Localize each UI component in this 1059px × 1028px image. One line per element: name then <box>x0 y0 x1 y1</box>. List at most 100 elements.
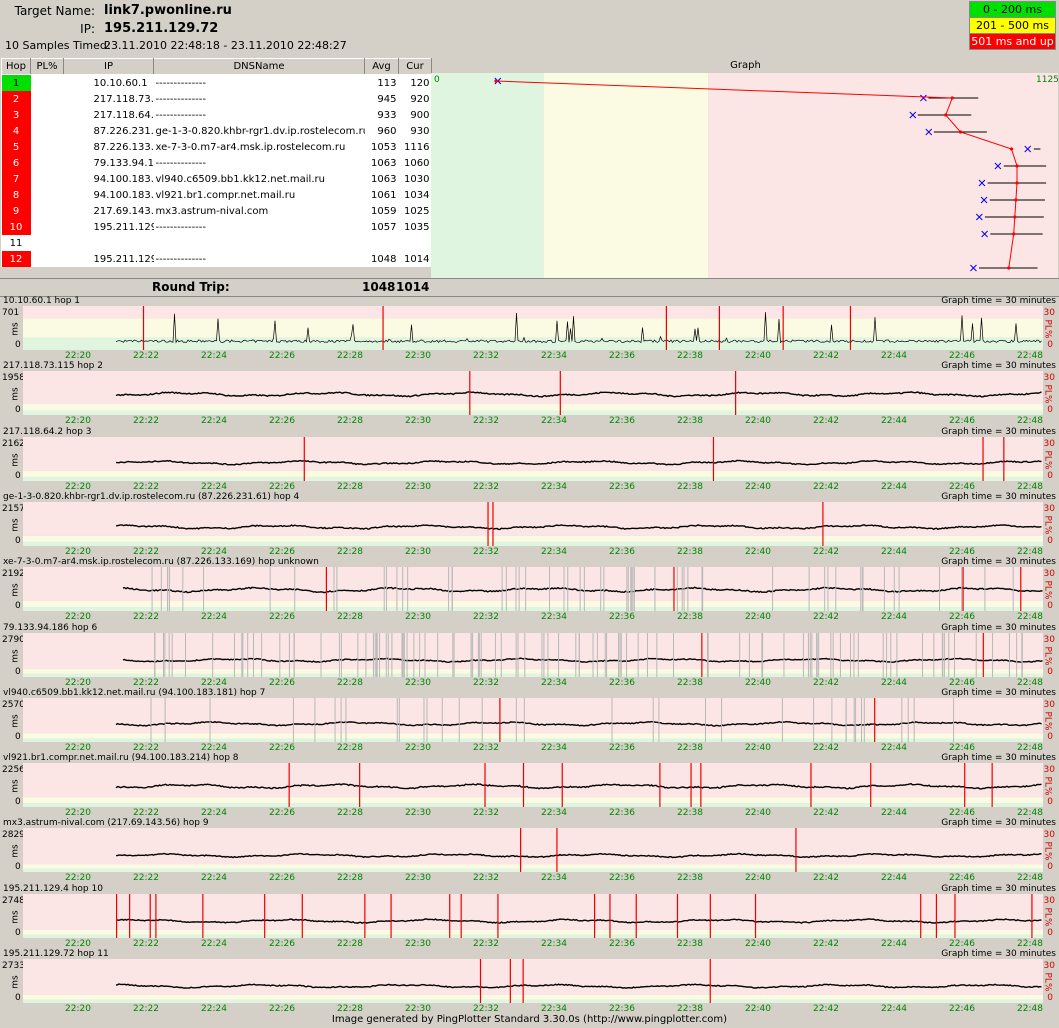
panel-ms-label: ms <box>10 975 21 989</box>
table-row[interactable]: 12 195.211.129.72-------------- 1048 1014 <box>1 251 432 267</box>
time-tick: 22:24 <box>201 416 227 427</box>
packet-loss <box>31 187 64 203</box>
footer-credit: Image generated by PingPlotter Standard … <box>331 1014 728 1025</box>
dns-name: -------------- <box>155 77 207 89</box>
col-graph[interactable]: Graph <box>431 58 1059 73</box>
panel-title: mx3.astrum-nival.com (217.69.143.56) hop… <box>3 818 209 829</box>
table-row[interactable]: 6 79.133.94.162-------------- 1063 1060 <box>1 155 432 171</box>
table-row[interactable]: 9 217.69.143.56mx3.astrum-nival.com 1059 10… <box>1 203 432 219</box>
col-dns[interactable]: DNSName <box>153 58 365 75</box>
time-tick: 22:26 <box>269 808 295 819</box>
panel-pl-max: 30 <box>1043 699 1055 710</box>
time-tick: 22:42 <box>813 742 839 753</box>
packet-loss <box>31 107 64 123</box>
panel-title: xe-7-3-0.m7-ar4.msk.ip.rostelecom.ru (87… <box>3 557 319 568</box>
time-tick: 22:42 <box>813 938 839 949</box>
time-tick: 22:34 <box>541 1004 567 1014</box>
table-row[interactable]: 10 195.211.129.4-------------- 1057 1035 <box>1 219 432 235</box>
time-tick: 22:48 <box>1017 546 1043 557</box>
packet-loss <box>31 123 64 139</box>
ip-value: 195.211.129.72 <box>104 21 219 36</box>
time-tick: 22:26 <box>269 1004 295 1014</box>
hop-number: 7 <box>1 171 31 187</box>
panel-graph-time: Graph time = 30 minutes <box>941 491 1056 502</box>
dns-name: -------------- <box>155 221 207 233</box>
time-tick: 22:40 <box>745 612 771 623</box>
col-pl[interactable]: PL% <box>30 58 64 75</box>
panel-ymax: 2570 <box>2 699 25 710</box>
panel-yzero: 0 <box>15 927 21 938</box>
avg-latency-point <box>1014 198 1018 202</box>
table-row[interactable]: 5 87.226.133.169xe-7-3-0.m7-ar4.msk.ip.ro… <box>1 139 432 155</box>
table-row[interactable]: 3 217.118.64.2-------------- 933 900 <box>1 107 432 123</box>
panel-pl-label: PL% <box>1042 646 1053 665</box>
table-row[interactable]: 1 10.10.60.1 -------------- 113 120 <box>1 74 432 91</box>
panel-graph-time: Graph time = 30 minutes <box>941 426 1056 437</box>
col-avg[interactable]: Avg <box>364 58 399 75</box>
panel-title: 217.118.64.2 hop 3 <box>3 426 92 437</box>
cur-latency: 1014 <box>404 253 430 265</box>
panel-graph-time: Graph time = 30 minutes <box>941 818 1056 829</box>
latency-plot <box>23 959 1043 1003</box>
table-row[interactable]: 4 87.226.231.61ge-1-3-0.820.khbr-rgr1.dv.… <box>1 123 432 139</box>
panel-ymax: 2829 <box>2 830 25 841</box>
latency-plot <box>23 501 1043 546</box>
time-tick: 22:34 <box>541 938 567 949</box>
hop-latency-graph: 0 1125 <box>431 73 1058 278</box>
ip-address: 87.226.133.169 <box>93 141 154 153</box>
col-ip[interactable]: IP <box>63 58 154 75</box>
hop-number: 6 <box>1 155 31 171</box>
time-tick: 22:38 <box>677 612 703 623</box>
time-tick: 22:26 <box>269 416 295 427</box>
time-tick: 22:38 <box>677 742 703 753</box>
avg-latency: 945 <box>377 93 397 105</box>
time-tick: 22:46 <box>949 481 975 492</box>
dns-name: -------------- <box>155 157 207 169</box>
time-tick: 22:28 <box>337 351 363 361</box>
table-row[interactable]: 2 217.118.73.115-------------- 945 920 <box>1 91 432 107</box>
zone-slow <box>23 306 1043 319</box>
time-tick: 22:32 <box>473 351 499 361</box>
table-row[interactable]: 11 <box>1 235 432 251</box>
time-tick: 22:42 <box>813 808 839 819</box>
zone-fast <box>23 934 1043 938</box>
packet-loss <box>31 91 64 107</box>
hop-number: 10 <box>1 219 31 235</box>
timeline-panel: ge-1-3-0.820.khbr-rgr1.dv.ip.rostelecom.… <box>0 492 1059 560</box>
ip-address: 217.118.73.115 <box>93 93 154 105</box>
col-hop[interactable]: Hop <box>1 58 31 75</box>
table-row[interactable]: 8 94.100.183.214vl921.br1.compr.net.mail.… <box>1 187 432 203</box>
time-tick: 22:36 <box>609 677 635 688</box>
samples-value: 23.11.2010 22:48:18 - 23.11.2010 22:48:2… <box>104 39 347 52</box>
packet-loss <box>31 155 64 171</box>
zone-fast <box>23 673 1043 677</box>
time-tick: 22:30 <box>405 1004 431 1014</box>
time-tick: 22:24 <box>201 1004 227 1014</box>
latency-plot <box>23 567 1043 612</box>
time-tick: 22:44 <box>881 677 907 688</box>
avg-latency: 1061 <box>371 189 397 201</box>
time-tick: 22:22 <box>133 546 159 557</box>
time-tick: 22:22 <box>133 938 159 949</box>
time-tick: 22:46 <box>949 351 975 361</box>
time-tick: 22:22 <box>133 873 159 884</box>
time-tick: 22:36 <box>609 1004 635 1014</box>
panel-pl-zero: 0 <box>1047 340 1053 350</box>
time-tick: 22:34 <box>541 612 567 623</box>
timeline-panel: vl921.br1.compr.net.mail.ru (94.100.183.… <box>0 753 1059 821</box>
avg-latency-point <box>1015 164 1019 168</box>
panel-graph-time: Graph time = 30 minutes <box>941 361 1056 372</box>
time-tick: 22:40 <box>745 873 771 884</box>
zone-slow <box>23 371 1043 405</box>
panel-yzero: 0 <box>15 731 21 742</box>
time-tick: 22:38 <box>677 351 703 361</box>
time-tick: 22:28 <box>337 742 363 753</box>
col-cur[interactable]: Cur <box>398 58 432 75</box>
time-tick: 22:30 <box>405 938 431 949</box>
panel-ymax: 2733 <box>2 961 25 971</box>
header: Target Name: link7.pwonline.ru IP: 195.2… <box>0 0 1059 57</box>
dns-name: -------------- <box>155 253 207 265</box>
time-tick: 22:20 <box>65 677 91 688</box>
table-row[interactable]: 7 94.100.183.181vl940.c6509.bb1.kk12.net.… <box>1 171 432 187</box>
zone-fast <box>23 541 1043 546</box>
